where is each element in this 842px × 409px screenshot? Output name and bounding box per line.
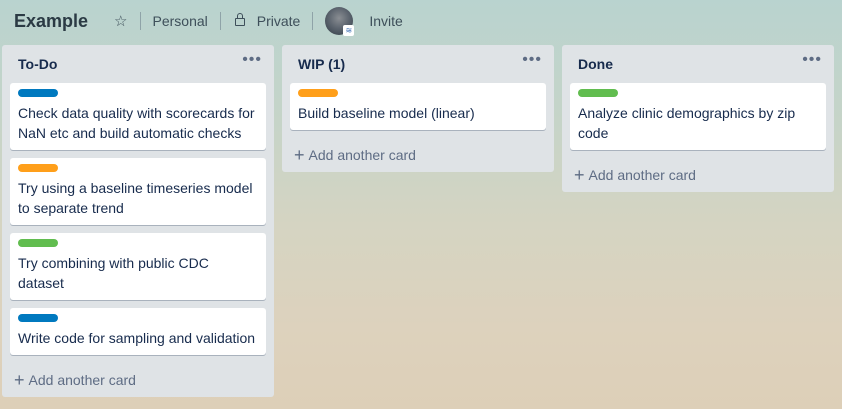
list-done: Done ••• Analyze clinic demographics by … [562, 45, 834, 192]
list-menu-icon[interactable]: ••• [802, 52, 822, 68]
plus-icon: + [294, 145, 305, 165]
card-text: Write code for sampling and validation [18, 330, 256, 346]
card[interactable]: Try combining with public CDC dataset [10, 233, 266, 300]
list-title[interactable]: Done [578, 56, 613, 72]
add-card-label: Add another card [308, 147, 416, 163]
card-label [18, 89, 58, 97]
board-header: Example ☆ Personal Private ≋ Invite [0, 0, 842, 42]
list-header: To-Do ••• [10, 45, 266, 83]
list-menu-icon[interactable]: ••• [242, 52, 262, 68]
header-divider [312, 12, 314, 30]
card[interactable]: Analyze clinic demographics by zip code [570, 83, 826, 150]
privacy-label: Private [256, 13, 301, 29]
card-label [18, 314, 58, 322]
list-title[interactable]: To-Do [18, 56, 57, 72]
board-title[interactable]: Example [14, 11, 88, 32]
avatar-badge-icon: ≋ [343, 25, 355, 36]
add-card-button[interactable]: + Add another card [10, 363, 266, 397]
card-text: Build baseline model (linear) [298, 105, 475, 121]
card-label [298, 89, 338, 97]
list-header: WIP (1) ••• [290, 45, 546, 83]
plus-icon: + [574, 165, 585, 185]
card-text: Check data quality with scorecards for N… [18, 105, 255, 141]
star-icon[interactable]: ☆ [114, 12, 127, 30]
add-card-button[interactable]: + Add another card [570, 158, 826, 192]
list-todo: To-Do ••• Check data quality with scorec… [2, 45, 274, 397]
card-label [18, 164, 58, 172]
card-text: Analyze clinic demographics by zip code [578, 105, 796, 141]
card-label [578, 89, 618, 97]
invite-button[interactable]: Invite [369, 13, 402, 29]
add-card-label: Add another card [28, 372, 136, 388]
lock-icon [234, 12, 245, 27]
header-divider [139, 12, 141, 30]
plus-icon: + [14, 370, 25, 390]
list-header: Done ••• [570, 45, 826, 83]
privacy-button[interactable]: Private [233, 12, 301, 29]
card-text: Try combining with public CDC dataset [18, 255, 209, 291]
list-wip: WIP (1) ••• Build baseline model (linear… [282, 45, 554, 172]
card-text: Try using a baseline timeseries model to… [18, 180, 253, 216]
list-title[interactable]: WIP (1) [298, 56, 345, 72]
card[interactable]: Build baseline model (linear) [290, 83, 546, 130]
add-card-button[interactable]: + Add another card [290, 138, 546, 172]
header-divider [219, 12, 221, 30]
team-visibility-button[interactable]: Personal [153, 13, 208, 29]
card[interactable]: Check data quality with scorecards for N… [10, 83, 266, 150]
card-label [18, 239, 58, 247]
card[interactable]: Try using a baseline timeseries model to… [10, 158, 266, 225]
avatar[interactable]: ≋ [325, 7, 355, 36]
add-card-label: Add another card [588, 167, 696, 183]
card[interactable]: Write code for sampling and validation [10, 308, 266, 355]
list-menu-icon[interactable]: ••• [522, 52, 542, 68]
